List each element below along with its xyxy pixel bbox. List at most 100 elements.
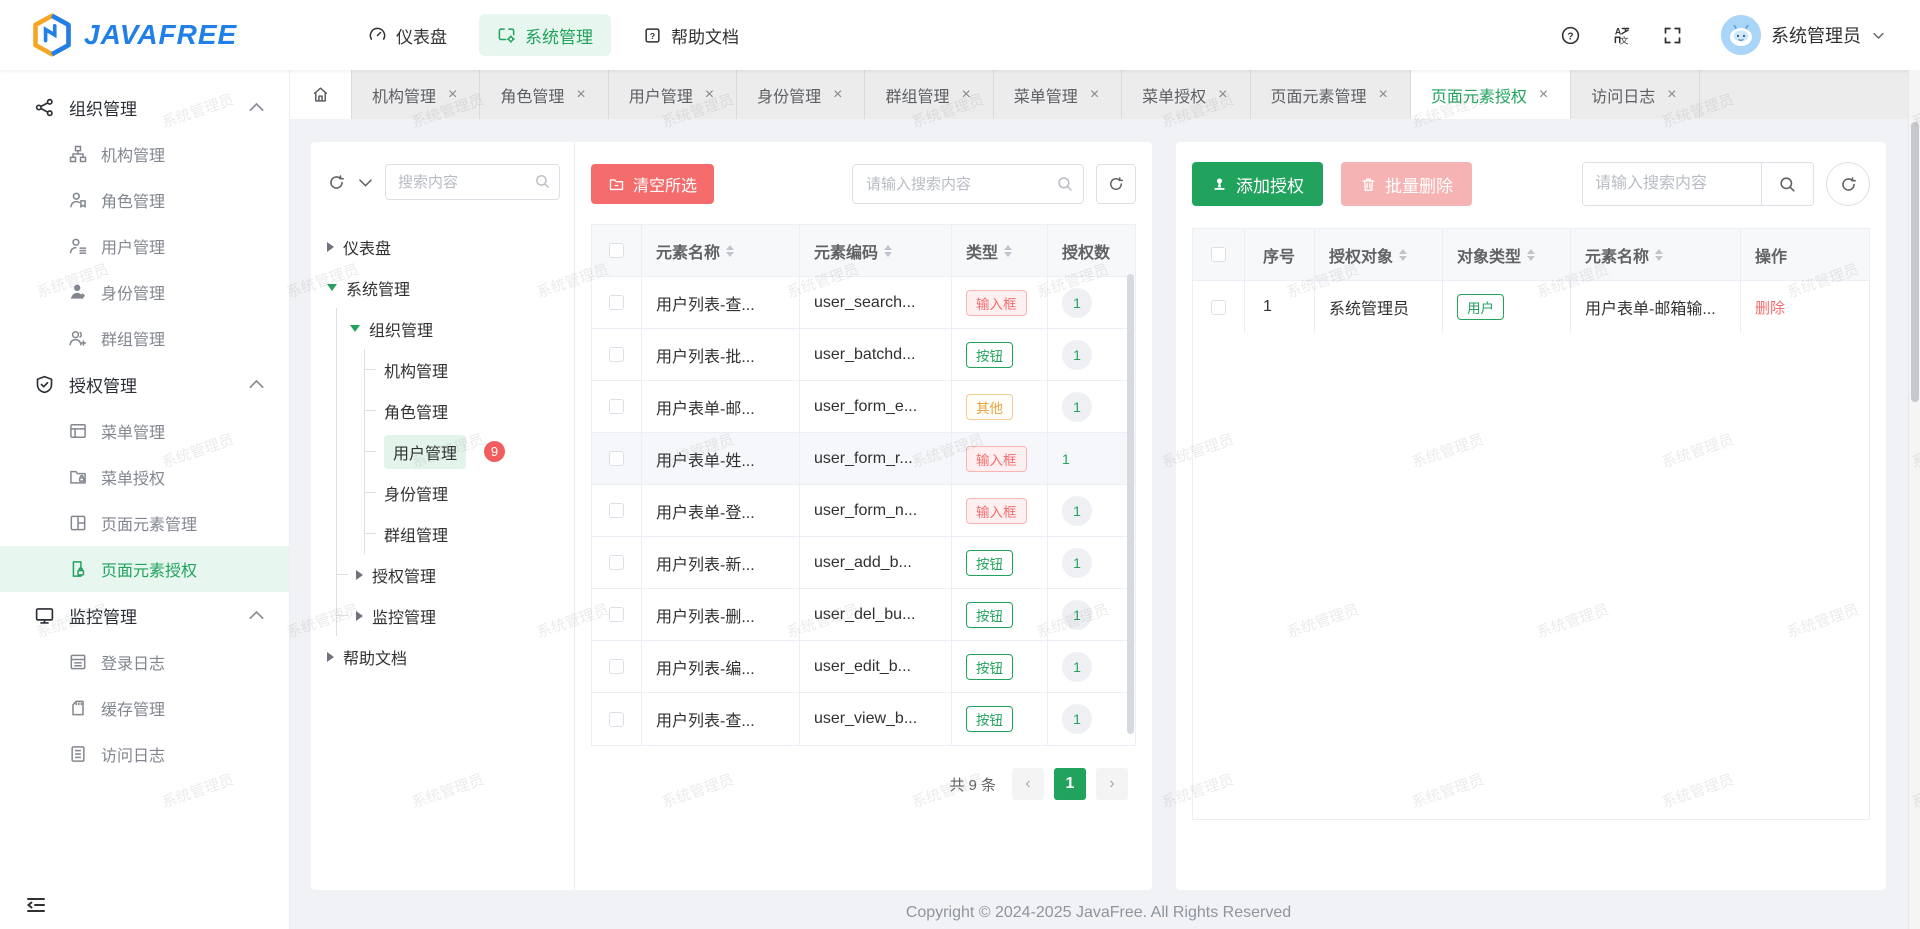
refresh-button[interactable] — [1826, 162, 1870, 206]
current-page-button[interactable]: 1 — [1054, 768, 1086, 800]
tree-node-identity[interactable]: 身份管理 — [378, 472, 560, 513]
delete-link[interactable]: 删除 — [1755, 297, 1785, 318]
sidebar-item-menu-auth[interactable]: 菜单授权 — [0, 454, 289, 500]
tab-home[interactable] — [290, 70, 352, 119]
chevron-down-icon[interactable] — [356, 173, 375, 192]
caret-right-icon[interactable] — [327, 652, 334, 662]
close-icon[interactable]: × — [1088, 85, 1101, 105]
sort-icon[interactable] — [884, 245, 892, 257]
row-checkbox[interactable] — [609, 399, 624, 414]
tab-menu-mgmt[interactable]: 菜单管理× — [994, 70, 1122, 119]
fullscreen-icon[interactable] — [1662, 25, 1683, 46]
prev-page-button[interactable]: ‹ — [1012, 768, 1044, 800]
sidebar-item-role[interactable]: 角色管理 — [0, 177, 289, 223]
tree-node-group[interactable]: 群组管理 — [378, 513, 560, 554]
sort-icon[interactable] — [1655, 249, 1663, 261]
sidebar-item-login-log[interactable]: 登录日志 — [0, 639, 289, 685]
next-page-button[interactable]: › — [1096, 768, 1128, 800]
sidebar-item-identity[interactable]: 身份管理 — [0, 269, 289, 315]
sidebar-item-institution[interactable]: 机构管理 — [0, 131, 289, 177]
tree-node-institution[interactable]: 机构管理 — [378, 349, 560, 390]
search-button[interactable] — [1761, 163, 1813, 205]
tree-node-help[interactable]: 帮助文档 — [327, 636, 560, 677]
select-all-checkbox[interactable] — [609, 243, 624, 258]
table-row[interactable]: 用户列表-查... user_search... 输入框 1 — [592, 277, 1135, 329]
table-scrollbar-thumb[interactable] — [1127, 274, 1134, 734]
batch-delete-button[interactable]: 批量删除 — [1341, 162, 1472, 206]
sidebar-item-cache[interactable]: 缓存管理 — [0, 685, 289, 731]
caret-right-icon[interactable] — [327, 242, 334, 252]
close-icon[interactable]: × — [959, 85, 972, 105]
sidebar-item-user[interactable]: 用户管理 — [0, 223, 289, 269]
close-icon[interactable]: × — [703, 85, 716, 105]
row-checkbox[interactable] — [609, 555, 624, 570]
tab-page-element-mgmt[interactable]: 页面元素管理× — [1251, 70, 1411, 119]
question-circle-icon[interactable]: ? — [1560, 25, 1581, 46]
sidebar-section-organization[interactable]: 组织管理 — [0, 84, 289, 131]
close-icon[interactable]: × — [1537, 85, 1550, 105]
close-icon[interactable]: × — [1665, 85, 1678, 105]
close-icon[interactable]: × — [574, 85, 587, 105]
close-icon[interactable]: × — [1216, 85, 1229, 105]
clear-selection-button[interactable]: 清空所选 — [591, 164, 714, 204]
sidebar-item-group[interactable]: 群组管理 — [0, 315, 289, 361]
tree-node-organization[interactable]: 组织管理 — [350, 308, 560, 349]
sort-icon[interactable] — [1399, 249, 1407, 261]
sidebar-collapse-icon[interactable] — [24, 893, 48, 917]
sidebar-section-monitor[interactable]: 监控管理 — [0, 592, 289, 639]
row-checkbox[interactable] — [609, 659, 624, 674]
close-icon[interactable]: × — [446, 85, 459, 105]
table-row[interactable]: 1 系统管理员 用户 用户表单-邮箱输... 删除 — [1193, 281, 1869, 333]
tab-institution[interactable]: 机构管理× — [352, 70, 480, 119]
tab-user[interactable]: 用户管理× — [609, 70, 737, 119]
sidebar-section-authorization[interactable]: 授权管理 — [0, 361, 289, 408]
sidebar-item-menu-mgmt[interactable]: 菜单管理 — [0, 408, 289, 454]
select-all-checkbox[interactable] — [1211, 247, 1226, 262]
table-row[interactable]: 用户列表-批... user_batchd... 按钮 1 — [592, 329, 1135, 381]
tab-menu-auth[interactable]: 菜单授权× — [1122, 70, 1250, 119]
tree-node-system[interactable]: 系统管理 — [327, 267, 560, 308]
nav-system[interactable]: 系统管理 — [479, 14, 611, 56]
tab-role[interactable]: 角色管理× — [480, 70, 608, 119]
row-checkbox[interactable] — [609, 607, 624, 622]
sidebar-item-page-element-mgmt[interactable]: 页面元素管理 — [0, 500, 289, 546]
translate-icon[interactable]: A 文 — [1611, 25, 1632, 46]
table-row[interactable]: 用户列表-查... user_view_b... 按钮 1 — [592, 693, 1135, 745]
caret-right-icon[interactable] — [356, 570, 363, 580]
authorization-search-input[interactable] — [1583, 163, 1761, 205]
sidebar-item-page-element-auth[interactable]: 页面元素授权 — [0, 546, 289, 592]
refresh-icon[interactable] — [327, 173, 346, 192]
sidebar-item-access-log[interactable]: 访问日志 — [0, 731, 289, 777]
row-checkbox[interactable] — [1211, 300, 1226, 315]
tree-node-role[interactable]: 角色管理 — [378, 390, 560, 431]
sort-icon[interactable] — [1004, 245, 1012, 257]
tree-node-user[interactable]: 用户管理 9 — [378, 431, 560, 472]
nav-dashboard[interactable]: 仪表盘 — [350, 14, 465, 56]
row-checkbox[interactable] — [609, 295, 624, 310]
row-checkbox[interactable] — [609, 712, 624, 727]
tree-node-dashboard[interactable]: 仪表盘 — [327, 226, 560, 267]
table-row[interactable]: 用户列表-新... user_add_b... 按钮 1 — [592, 537, 1135, 589]
nav-help[interactable]: ? 帮助文档 — [625, 14, 757, 56]
table-row[interactable]: 用户表单-姓... user_form_r... 输入框 1 — [592, 433, 1135, 485]
tab-page-element-auth[interactable]: 页面元素授权× — [1411, 70, 1571, 119]
scrollbar-thumb[interactable] — [1911, 122, 1919, 402]
close-icon[interactable]: × — [1377, 85, 1390, 105]
element-search-input[interactable] — [852, 164, 1084, 204]
tab-identity[interactable]: 身份管理× — [737, 70, 865, 119]
caret-right-icon[interactable] — [356, 611, 363, 621]
table-row[interactable]: 用户表单-登... user_form_n... 输入框 1 — [592, 485, 1135, 537]
row-checkbox[interactable] — [609, 503, 624, 518]
tab-group[interactable]: 群组管理× — [865, 70, 993, 119]
table-row[interactable]: 用户表单-邮... user_form_e... 其他 1 — [592, 381, 1135, 433]
row-checkbox[interactable] — [609, 347, 624, 362]
tab-access-log[interactable]: 访问日志× — [1571, 70, 1699, 119]
table-refresh-button[interactable] — [1096, 164, 1136, 204]
tree-node-monitor[interactable]: 监控管理 — [350, 595, 560, 636]
tree-node-authorization[interactable]: 授权管理 — [350, 554, 560, 595]
table-row[interactable]: 用户列表-编... user_edit_b... 按钮 1 — [592, 641, 1135, 693]
user-menu[interactable]: 系统管理员 — [1713, 15, 1886, 55]
sort-icon[interactable] — [726, 245, 734, 257]
row-checkbox[interactable] — [609, 451, 624, 466]
caret-down-icon[interactable] — [327, 284, 337, 291]
